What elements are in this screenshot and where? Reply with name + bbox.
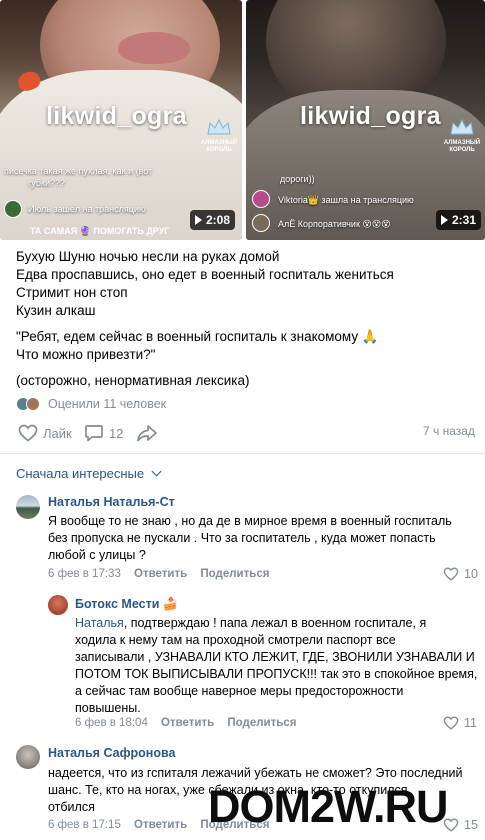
reply-button[interactable]: Ответить [134,819,187,831]
like-label: Лайк [43,425,72,441]
video-frame-lips [118,32,190,64]
comment: Наталья Наталья-Ст Я вообще то не знаю ,… [0,490,485,585]
post-quote-line: "Ребят, едем сейчас в военный госпиталь … [16,329,379,344]
heart-icon [443,567,459,581]
comment-text: Я вообще то не знаю , но да де в мирное … [48,513,452,564]
chat-line: губки??? [28,178,66,188]
avatar[interactable] [48,595,68,615]
post-text: Бухую Шуню ночью несли на руках домой Ед… [16,248,476,390]
comment-line: ходила к нему там на проходной смотрели … [75,633,396,647]
reply-button[interactable]: Ответить [161,717,214,729]
comment-likes-count: 11 [464,716,477,730]
heart-icon [443,716,459,730]
comments-button[interactable]: 12 [84,424,123,442]
video-thumbnail-1[interactable]: likwid_ogra АЛМАЗНЫЙ КОРОЛЬ писечка така… [0,0,242,240]
video-thumbnails: likwid_ogra АЛМАЗНЫЙ КОРОЛЬ писечка така… [0,0,485,240]
share-comment-button[interactable]: Поделиться [227,717,296,729]
share-icon [137,425,157,442]
comments-count: 12 [109,425,124,441]
comment-line: повышены. [75,701,141,715]
chat-line: Июль зашёл на трансляцию [28,204,146,214]
comment-author[interactable]: Наталья Наталья-Ст [48,495,175,509]
share-button[interactable] [136,424,158,442]
comment-like-button[interactable]: 15 [443,818,478,832]
post-line: Бухую Шуню ночью несли на руках домой [16,249,280,264]
reply-address-link[interactable]: Наталья [75,616,124,630]
video-duration: 2:08 [206,213,231,227]
chat-line: АлЁ Корпоративчик 😵😵😵 [278,219,391,229]
comment-line: записывали , УЗНАВАЛИ КТО ЛЕЖИТ, ГДЕ, ЗВ… [75,650,475,664]
comment-line-text: , подтверждаю ! папа лежал в военном гос… [123,616,427,630]
comment-date[interactable]: 6 фев в 18:04 [75,717,148,729]
video-duration-badge: 2:08 [190,210,236,230]
comment-date[interactable]: 6 фев в 17:33 [48,568,121,580]
heart-icon [18,424,38,442]
comment-line: любой с улицы ? [48,548,146,562]
comment-reply: Ботокс Мести 🍰 Наталья, подтверждаю ! па… [0,593,485,733]
post-rating[interactable]: Оценили 11 человек [16,397,166,411]
avatar[interactable] [16,495,40,519]
comments-sort-dropdown[interactable]: Сначала интересные [16,466,162,481]
chat-line: дороги)) [280,174,315,184]
chat-line: Viktoria👑 зашла на трансляцию [278,195,414,205]
video-duration: 2:31 [452,213,477,227]
chat-line: писечка такая же пухлая, как и (вот [4,166,153,176]
crown-icon [207,118,231,135]
comment-line: надеется, что из гспиталя лежачий убежат… [48,766,463,780]
comment-likes-count: 10 [464,567,478,581]
rated-by-count: Оценили 11 человек [48,397,167,411]
avatar[interactable] [16,745,40,769]
comment-line: ПОТОМ ТОК ВЫПИСЫВАЛИ ПРОПУСК!!! так это … [75,667,478,681]
watermark: DOM2W.RU [208,781,448,832]
post-line: Кузин алкаш [16,303,96,318]
play-icon [195,215,202,225]
chevron-down-icon [151,466,162,477]
like-button[interactable]: Лайк [18,424,72,442]
post-actions: Лайк 12 7 ч назад [18,424,478,446]
comments-sort-label: Сначала интересные [16,466,145,481]
comment-meta: 6 фев в 17:33 Ответить Поделиться [48,568,269,580]
crown-icon [450,118,474,135]
video-duration-badge: 2:31 [436,210,482,230]
post-note: (осторожно, ненормативная лексика) [16,373,250,388]
comment-author[interactable]: Наталья Сафронова [48,746,175,760]
post-quote-line: Что можно привезти?" [16,347,156,362]
crown-caption: АЛМАЗНЫЙ КОРОЛЬ [443,140,481,153]
share-comment-button[interactable]: Поделиться [200,568,269,580]
avatar [26,397,40,411]
play-icon [441,215,448,225]
comment-line: без пропуска не пускали . Что за госпита… [48,531,436,545]
comment-text: Наталья, подтверждаю ! папа лежал в воен… [75,615,477,717]
reply-button[interactable]: Ответить [134,568,187,580]
comment-meta: 6 фев в 18:04 Ответить Поделиться [75,717,296,729]
comment-line: а сейчас там вообще наверное меры предос… [75,684,404,698]
post-line: Стримит нон стоп [16,285,128,300]
chat-avatar [4,200,22,218]
comment-author[interactable]: Ботокс Мести 🍰 [75,597,178,612]
chat-tag: ТА САМАЯ 🔮 ПОМОГАТЬ ДРУГ [30,226,170,236]
comment-icon [85,425,103,442]
rating-avatars [16,397,40,411]
comment-line: Наталья, подтверждаю ! папа лежал в воен… [75,615,477,632]
post-time: 7 ч назад [423,424,475,438]
comment-like-button[interactable]: 10 [443,567,478,581]
chat-avatar [252,214,270,232]
stream-channel-name: likwid_ogra [300,102,441,130]
video-thumbnail-2[interactable]: likwid_ogra АЛМАЗНЫЙ КОРОЛЬ дороги)) Vik… [246,0,485,240]
comment-line: Я вообще то не знаю , но да де в мирное … [48,514,452,528]
crown-caption: АЛМАЗНЫЙ КОРОЛЬ [200,140,238,153]
comment-date[interactable]: 6 фев в 17:15 [48,819,121,831]
chat-avatar [252,190,270,208]
divider [0,453,485,454]
stream-channel-name: likwid_ogra [46,102,187,130]
comment-likes-count: 15 [464,818,478,832]
comment-like-button[interactable]: 11 [443,716,477,730]
post-line: Едва проспавшись, оно едет в военный гос… [16,267,394,282]
